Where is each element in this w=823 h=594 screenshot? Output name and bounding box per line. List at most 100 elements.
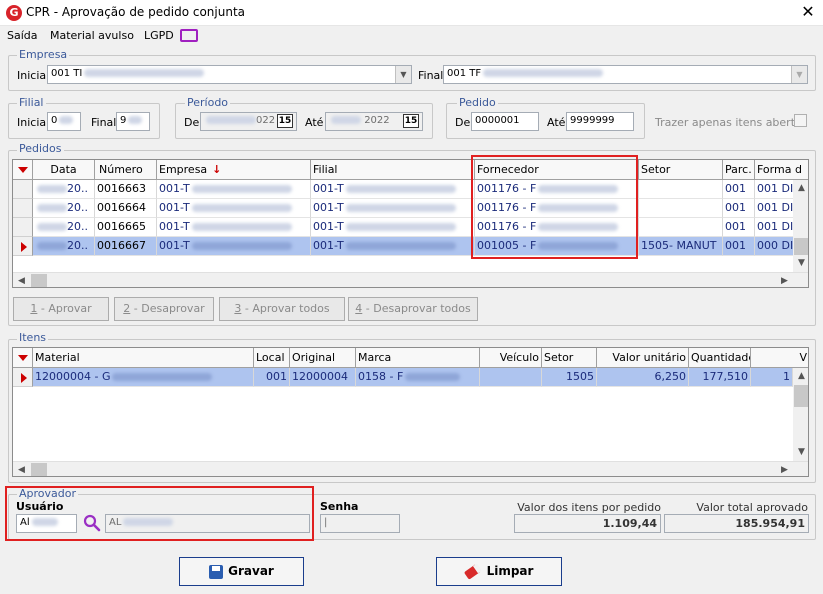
- column-header-forma[interactable]: Forma d: [755, 160, 808, 180]
- pedido-ate-label: Até: [547, 116, 566, 129]
- periodo-ate-label: Até: [305, 116, 324, 129]
- cell-numero: 0016665: [95, 218, 157, 237]
- desaprovar-todos-button[interactable]: 4 - Desaprovar todos: [348, 297, 478, 321]
- column-header-parc[interactable]: Parc.: [723, 160, 755, 180]
- scroll-thumb[interactable]: [794, 385, 808, 407]
- column-header-local[interactable]: Local: [254, 348, 290, 368]
- column-header-numero[interactable]: Número: [95, 160, 157, 180]
- column-header-valor-unitario[interactable]: Valor unitário: [597, 348, 689, 368]
- valor-total-field: 185.954,91: [664, 514, 809, 533]
- row-indicator[interactable]: [13, 199, 33, 218]
- row-indicator[interactable]: [13, 218, 33, 237]
- grid-menu-button[interactable]: [13, 160, 33, 180]
- cell-forma: 000 DI: [755, 237, 795, 256]
- cell-data: 20..: [33, 218, 95, 237]
- scroll-thumb[interactable]: [794, 238, 808, 255]
- cell-parc: 001: [723, 237, 755, 256]
- column-header-valor[interactable]: V: [751, 348, 808, 368]
- cell-parc: 001: [723, 218, 755, 237]
- scroll-right-icon[interactable]: ▶: [776, 273, 793, 287]
- periodo-de-label: De: [184, 116, 200, 129]
- scroll-up-icon[interactable]: ▲: [793, 180, 808, 197]
- grid-menu-button[interactable]: [13, 348, 33, 368]
- cell-empresa: 001-T: [157, 199, 311, 218]
- cell-setor: [639, 180, 723, 199]
- chevron-down-icon[interactable]: ▼: [395, 66, 411, 83]
- column-header-veiculo[interactable]: Veículo: [480, 348, 542, 368]
- row-indicator-current[interactable]: [13, 368, 33, 387]
- scroll-down-icon[interactable]: ▼: [793, 255, 808, 272]
- scroll-down-icon[interactable]: ▼: [793, 444, 808, 461]
- cell-valor: 1: [751, 368, 793, 387]
- column-header-empresa[interactable]: Empresa ↓: [157, 160, 311, 180]
- vertical-scrollbar[interactable]: ▲ ▼: [793, 368, 808, 461]
- fornecedor-highlight-box: [471, 155, 638, 259]
- calendar-icon[interactable]: 15: [277, 114, 293, 128]
- scroll-up-icon[interactable]: ▲: [793, 368, 808, 385]
- column-header-setor[interactable]: Setor: [639, 160, 723, 180]
- gravar-button[interactable]: Gravar: [179, 557, 304, 586]
- cell-data: 20..: [33, 199, 95, 218]
- scroll-thumb[interactable]: [31, 463, 47, 476]
- empresa-final-label: Final: [418, 69, 444, 82]
- menu-item-lgpd[interactable]: LGPD: [144, 29, 174, 42]
- row-indicator-current[interactable]: [13, 237, 33, 256]
- scroll-right-icon[interactable]: ▶: [776, 462, 793, 476]
- pedidos-grid: Data Número Empresa ↓ Filial Fornecedor S…: [12, 159, 809, 288]
- horizontal-scrollbar[interactable]: ◀ ▶: [13, 272, 808, 287]
- empresa-final-select[interactable]: 001 TF ▼: [443, 65, 808, 84]
- scroll-left-icon[interactable]: ◀: [13, 462, 30, 476]
- cell-filial: 001-T: [311, 199, 475, 218]
- filial-group-title: Filial: [17, 96, 46, 109]
- chevron-down-icon[interactable]: ▼: [791, 66, 807, 83]
- senha-label: Senha: [320, 500, 359, 513]
- pedido-de-input[interactable]: 0000001: [471, 112, 539, 131]
- column-header-quantidade[interactable]: Quantidade: [689, 348, 751, 368]
- scroll-left-icon[interactable]: ◀: [13, 273, 30, 287]
- filial-inicial-input[interactable]: 0: [47, 112, 81, 131]
- column-header-original[interactable]: Original: [290, 348, 356, 368]
- close-button[interactable]: ✕: [796, 2, 820, 22]
- cell-parc: 001: [723, 180, 755, 199]
- cell-material: 12000004 - G: [33, 368, 254, 387]
- app-logo-icon: G: [6, 5, 22, 21]
- cell-local: 001: [254, 368, 290, 387]
- column-header-material[interactable]: Material: [33, 348, 254, 368]
- menu-item-material-avulso[interactable]: Material avulso: [50, 29, 134, 42]
- cell-numero: 0016667: [95, 237, 157, 256]
- empresa-inicial-select[interactable]: 001 TI ▼: [47, 65, 412, 84]
- cell-data: 20..: [33, 237, 95, 256]
- column-header-data[interactable]: Data: [33, 160, 95, 180]
- valor-itens-label: Valor dos itens por pedido: [517, 501, 661, 514]
- trazer-abertos-label: Trazer apenas itens abertos: [655, 116, 808, 129]
- horizontal-scrollbar[interactable]: ◀ ▶: [13, 461, 808, 476]
- column-header-setor[interactable]: Setor: [542, 348, 597, 368]
- column-header-marca[interactable]: Marca: [356, 348, 480, 368]
- pedidos-group-title: Pedidos: [17, 142, 64, 155]
- calendar-icon[interactable]: 15: [403, 114, 419, 128]
- desaprovar-button[interactable]: 2 - Desaprovar: [114, 297, 214, 321]
- cell-parc: 001: [723, 199, 755, 218]
- aprovar-button[interactable]: 1 - Aprovar: [13, 297, 109, 321]
- senha-input[interactable]: |: [320, 514, 400, 533]
- cell-setor: 1505: [542, 368, 597, 387]
- cell-empresa: 001-T: [157, 237, 311, 256]
- limpar-button[interactable]: Limpar: [436, 557, 562, 586]
- column-header-filial[interactable]: Filial: [311, 160, 475, 180]
- pedido-ate-input[interactable]: 9999999: [566, 112, 634, 131]
- valor-total-label: Valor total aprovado: [696, 501, 808, 514]
- filial-final-input[interactable]: 9: [116, 112, 150, 131]
- cell-filial: 001-T: [311, 237, 475, 256]
- aprovar-todos-button[interactable]: 3 - Aprovar todos: [219, 297, 345, 321]
- cell-filial: 001-T: [311, 218, 475, 237]
- cell-veiculo: [480, 368, 542, 387]
- cell-quantidade: 177,510: [689, 368, 751, 387]
- window-title: CPR - Aprovação de pedido conjunta: [26, 5, 245, 19]
- vertical-scrollbar[interactable]: ▲ ▼: [793, 180, 808, 272]
- periodo-group-title: Período: [185, 96, 231, 109]
- trazer-abertos-checkbox[interactable]: [794, 114, 807, 127]
- scroll-thumb[interactable]: [31, 274, 47, 287]
- menu-item-saida[interactable]: Saída: [7, 29, 38, 42]
- row-indicator[interactable]: [13, 180, 33, 199]
- monitor-icon[interactable]: [180, 29, 198, 42]
